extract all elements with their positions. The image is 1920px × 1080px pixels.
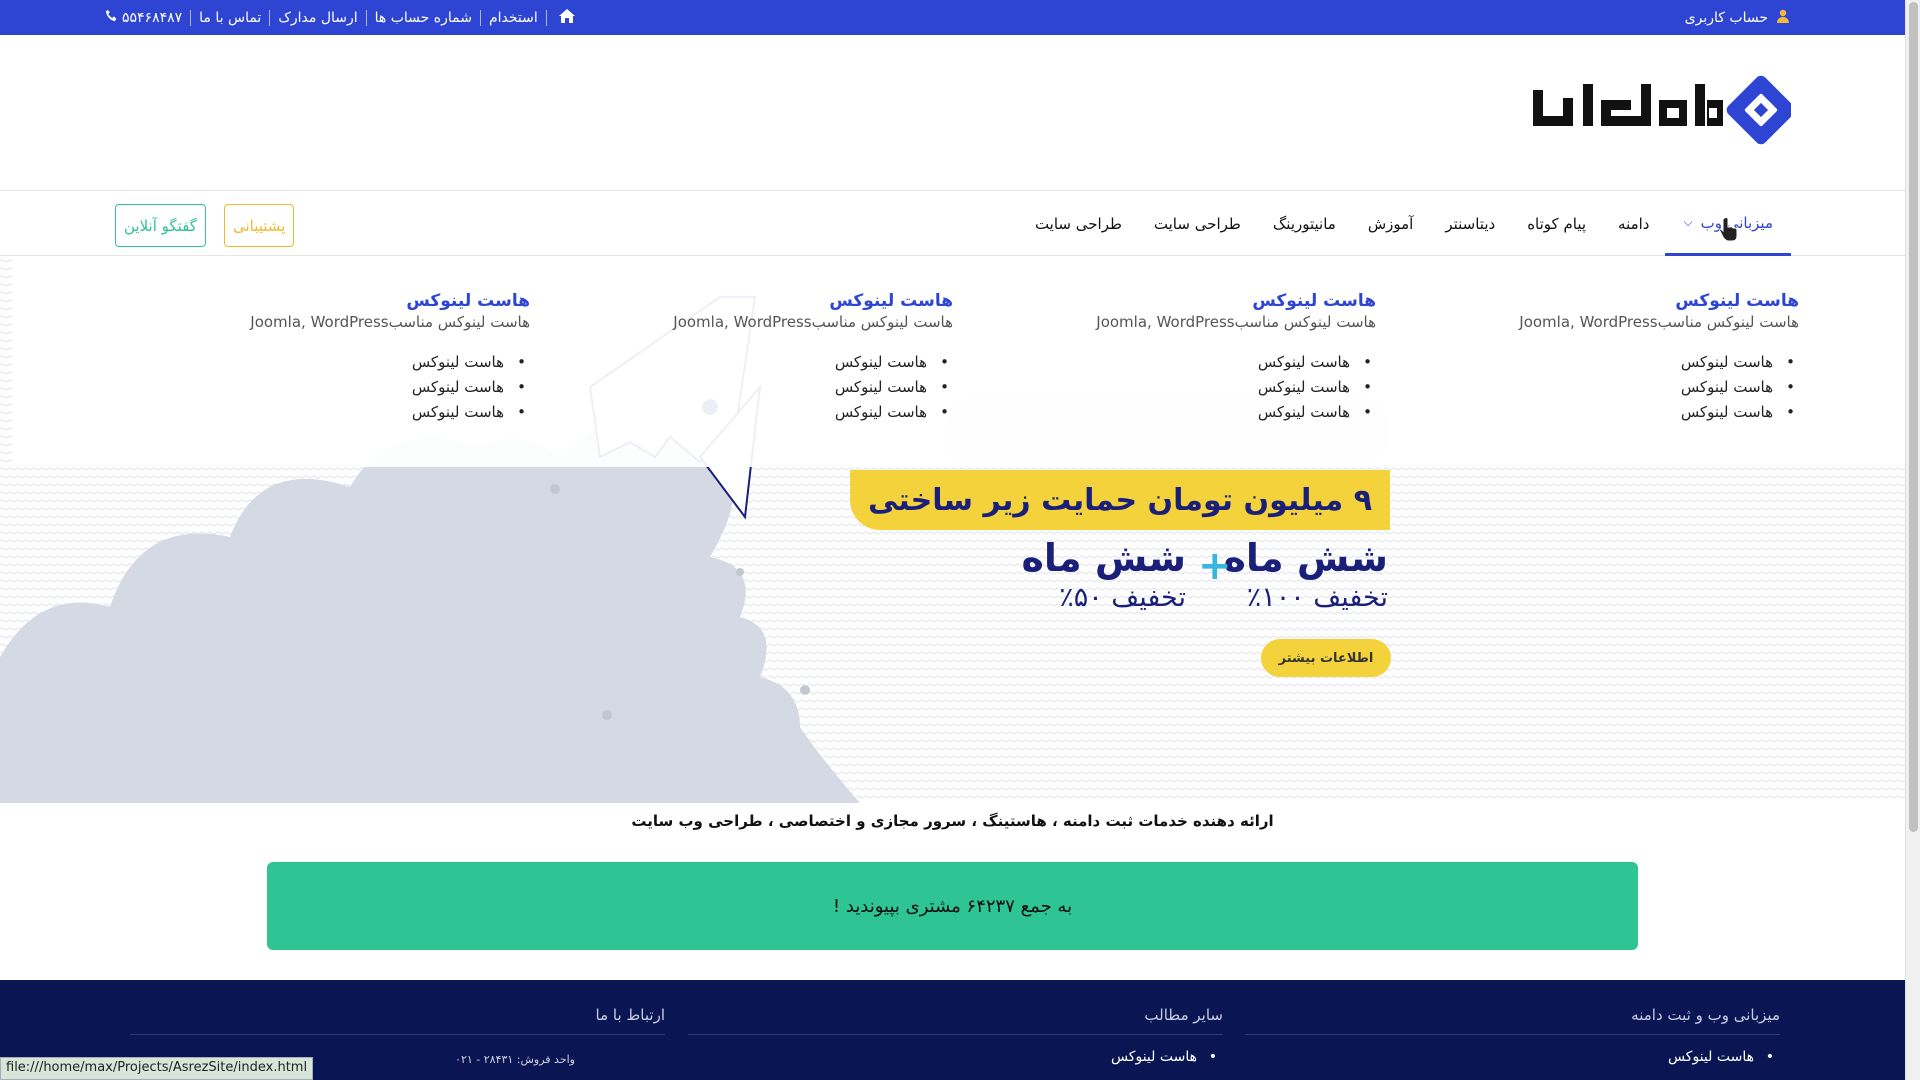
send-docs-link[interactable]: ارسال مدارک: [278, 10, 357, 26]
footer-column-title: میزبانی وب و ثبت دامنه: [1245, 1006, 1780, 1035]
mega-item[interactable]: هاست لینوکس: [200, 403, 526, 428]
user-account-label: حساب کاربری: [1684, 9, 1768, 26]
footer-column-title: سایر مطالب: [688, 1006, 1223, 1035]
footer-link[interactable]: هاست لینوکس: [1245, 1049, 1774, 1065]
join-banner: به جمع ۶۴۲۳۷ مشتری بپیوندید !: [267, 862, 1638, 950]
mega-item[interactable]: هاست لینوکس: [1046, 378, 1372, 403]
hero-discount-a: تخفیف ۱۰۰٪: [1246, 582, 1388, 613]
user-account-link[interactable]: حساب کاربری: [1685, 0, 1790, 35]
plus-icon: +: [1198, 543, 1232, 589]
nav-web-design[interactable]: طراحی سایت: [1138, 192, 1257, 256]
user-icon: [1776, 9, 1790, 27]
mega-column: هاست لینوکس هاست لینوکس مناسبJoomla, Wor…: [623, 291, 953, 428]
more-info-button[interactable]: اطلاعات بیشتر: [1261, 639, 1391, 677]
jobs-link[interactable]: استخدام: [489, 10, 538, 26]
phone-number: ۵۵۴۶۸۴۸۷: [122, 9, 183, 26]
hero-six-months-b: شش ماه: [1021, 536, 1186, 580]
mega-item[interactable]: هاست لینوکس: [1469, 353, 1795, 378]
mega-column-title[interactable]: هاست لینوکس: [200, 291, 530, 311]
nav-monitoring[interactable]: مانیتورینگ: [1257, 192, 1352, 256]
chevron-down-icon: ⌵: [1683, 215, 1693, 229]
mega-item[interactable]: هاست لینوکس: [200, 353, 526, 378]
page-scrollbar[interactable]: [1905, 0, 1920, 1080]
mega-column-title[interactable]: هاست لینوکس: [1046, 291, 1376, 311]
mega-item[interactable]: هاست لینوکس: [623, 378, 949, 403]
mega-column-title[interactable]: هاست لینوکس: [1469, 291, 1799, 311]
hero-headline: ۹ میلیون تومان حمایت زیر ساختی: [850, 470, 1390, 530]
top-bar: حساب کاربری ۵۵۴۶۸۴۸۷ تماس با ما ارسال مد…: [0, 0, 1905, 35]
footer-link[interactable]: هاست لینوکس: [688, 1049, 1217, 1065]
nav-domain[interactable]: دامنه: [1602, 192, 1665, 256]
mega-column-title[interactable]: هاست لینوکس: [623, 291, 953, 311]
mega-column-desc: هاست لینوکس مناسبJoomla, WordPress: [250, 313, 530, 331]
top-links: ۵۵۴۶۸۴۸۷ تماس با ما ارسال مدارک شماره حس…: [105, 0, 575, 35]
support-button[interactable]: پشتیبانی: [223, 204, 295, 247]
accounts-link[interactable]: شماره حساب ها: [375, 10, 472, 26]
mega-item[interactable]: هاست لینوکس: [1469, 403, 1795, 428]
mega-item[interactable]: هاست لینوکس: [1469, 378, 1795, 403]
nav-datacenter[interactable]: دیتاسنتر: [1429, 192, 1511, 256]
mega-column: هاست لینوکس هاست لینوکس مناسبJoomla, Wor…: [1046, 291, 1376, 428]
nav-web-design-2[interactable]: طراحی سایت: [1019, 192, 1138, 256]
footer-column-title: ارتباط با ما: [130, 1006, 665, 1035]
nav-sms[interactable]: پیام کوتاه: [1511, 192, 1602, 256]
phone-link[interactable]: ۵۵۴۶۸۴۸۷: [105, 9, 182, 26]
scrollbar-thumb[interactable]: [1909, 2, 1918, 832]
mega-column: هاست لینوکس هاست لینوکس مناسبJoomla, Wor…: [1469, 291, 1799, 428]
mega-column-desc: هاست لینوکس مناسبJoomla, WordPress: [1519, 313, 1799, 331]
footer-column-other: سایر مطالب هاست لینوکس: [688, 1006, 1223, 1065]
mega-item[interactable]: هاست لینوکس: [1046, 353, 1372, 378]
mega-column: هاست لینوکس هاست لینوکس مناسبJoomla, Wor…: [200, 291, 530, 428]
mega-column-desc: هاست لینوکس مناسبJoomla, WordPress: [673, 313, 953, 331]
nav-education[interactable]: آموزش: [1352, 192, 1430, 256]
mega-item[interactable]: هاست لینوکس: [623, 403, 949, 428]
site-logo[interactable]: [1531, 70, 1796, 150]
hero-six-months-a: شش ماه: [1223, 536, 1388, 580]
contact-link[interactable]: تماس با ما: [199, 10, 261, 26]
mega-item[interactable]: هاست لینوکس: [200, 378, 526, 403]
site-header: [0, 35, 1905, 191]
mega-menu: هاست لینوکس هاست لینوکس مناسبJoomla, Wor…: [12, 257, 1905, 467]
phone-icon: [105, 9, 118, 26]
tagline: ارائه دهنده خدمات ثبت دامنه ، هاستینگ ، …: [631, 812, 1274, 830]
main-nav: میزبانی وب ⌵ دامنه پیام کوتاه دیتاسنتر آ…: [0, 192, 1905, 256]
mega-item[interactable]: هاست لینوکس: [623, 353, 949, 378]
footer-column-hosting: میزبانی وب و ثبت دامنه هاست لینوکس: [1245, 1006, 1780, 1065]
home-icon[interactable]: [555, 8, 575, 27]
browser-status-bar: file:///home/max/Projects/AsrezSite/inde…: [0, 1057, 314, 1080]
hero-discount-b: تخفیف ۵۰٪: [1059, 582, 1186, 613]
online-chat-button[interactable]: گفتگو آنلاین: [115, 204, 206, 247]
mega-column-desc: هاست لینوکس مناسبJoomla, WordPress: [1096, 313, 1376, 331]
mega-item[interactable]: هاست لینوکس: [1046, 403, 1372, 428]
mouse-cursor-icon: [1719, 216, 1738, 242]
